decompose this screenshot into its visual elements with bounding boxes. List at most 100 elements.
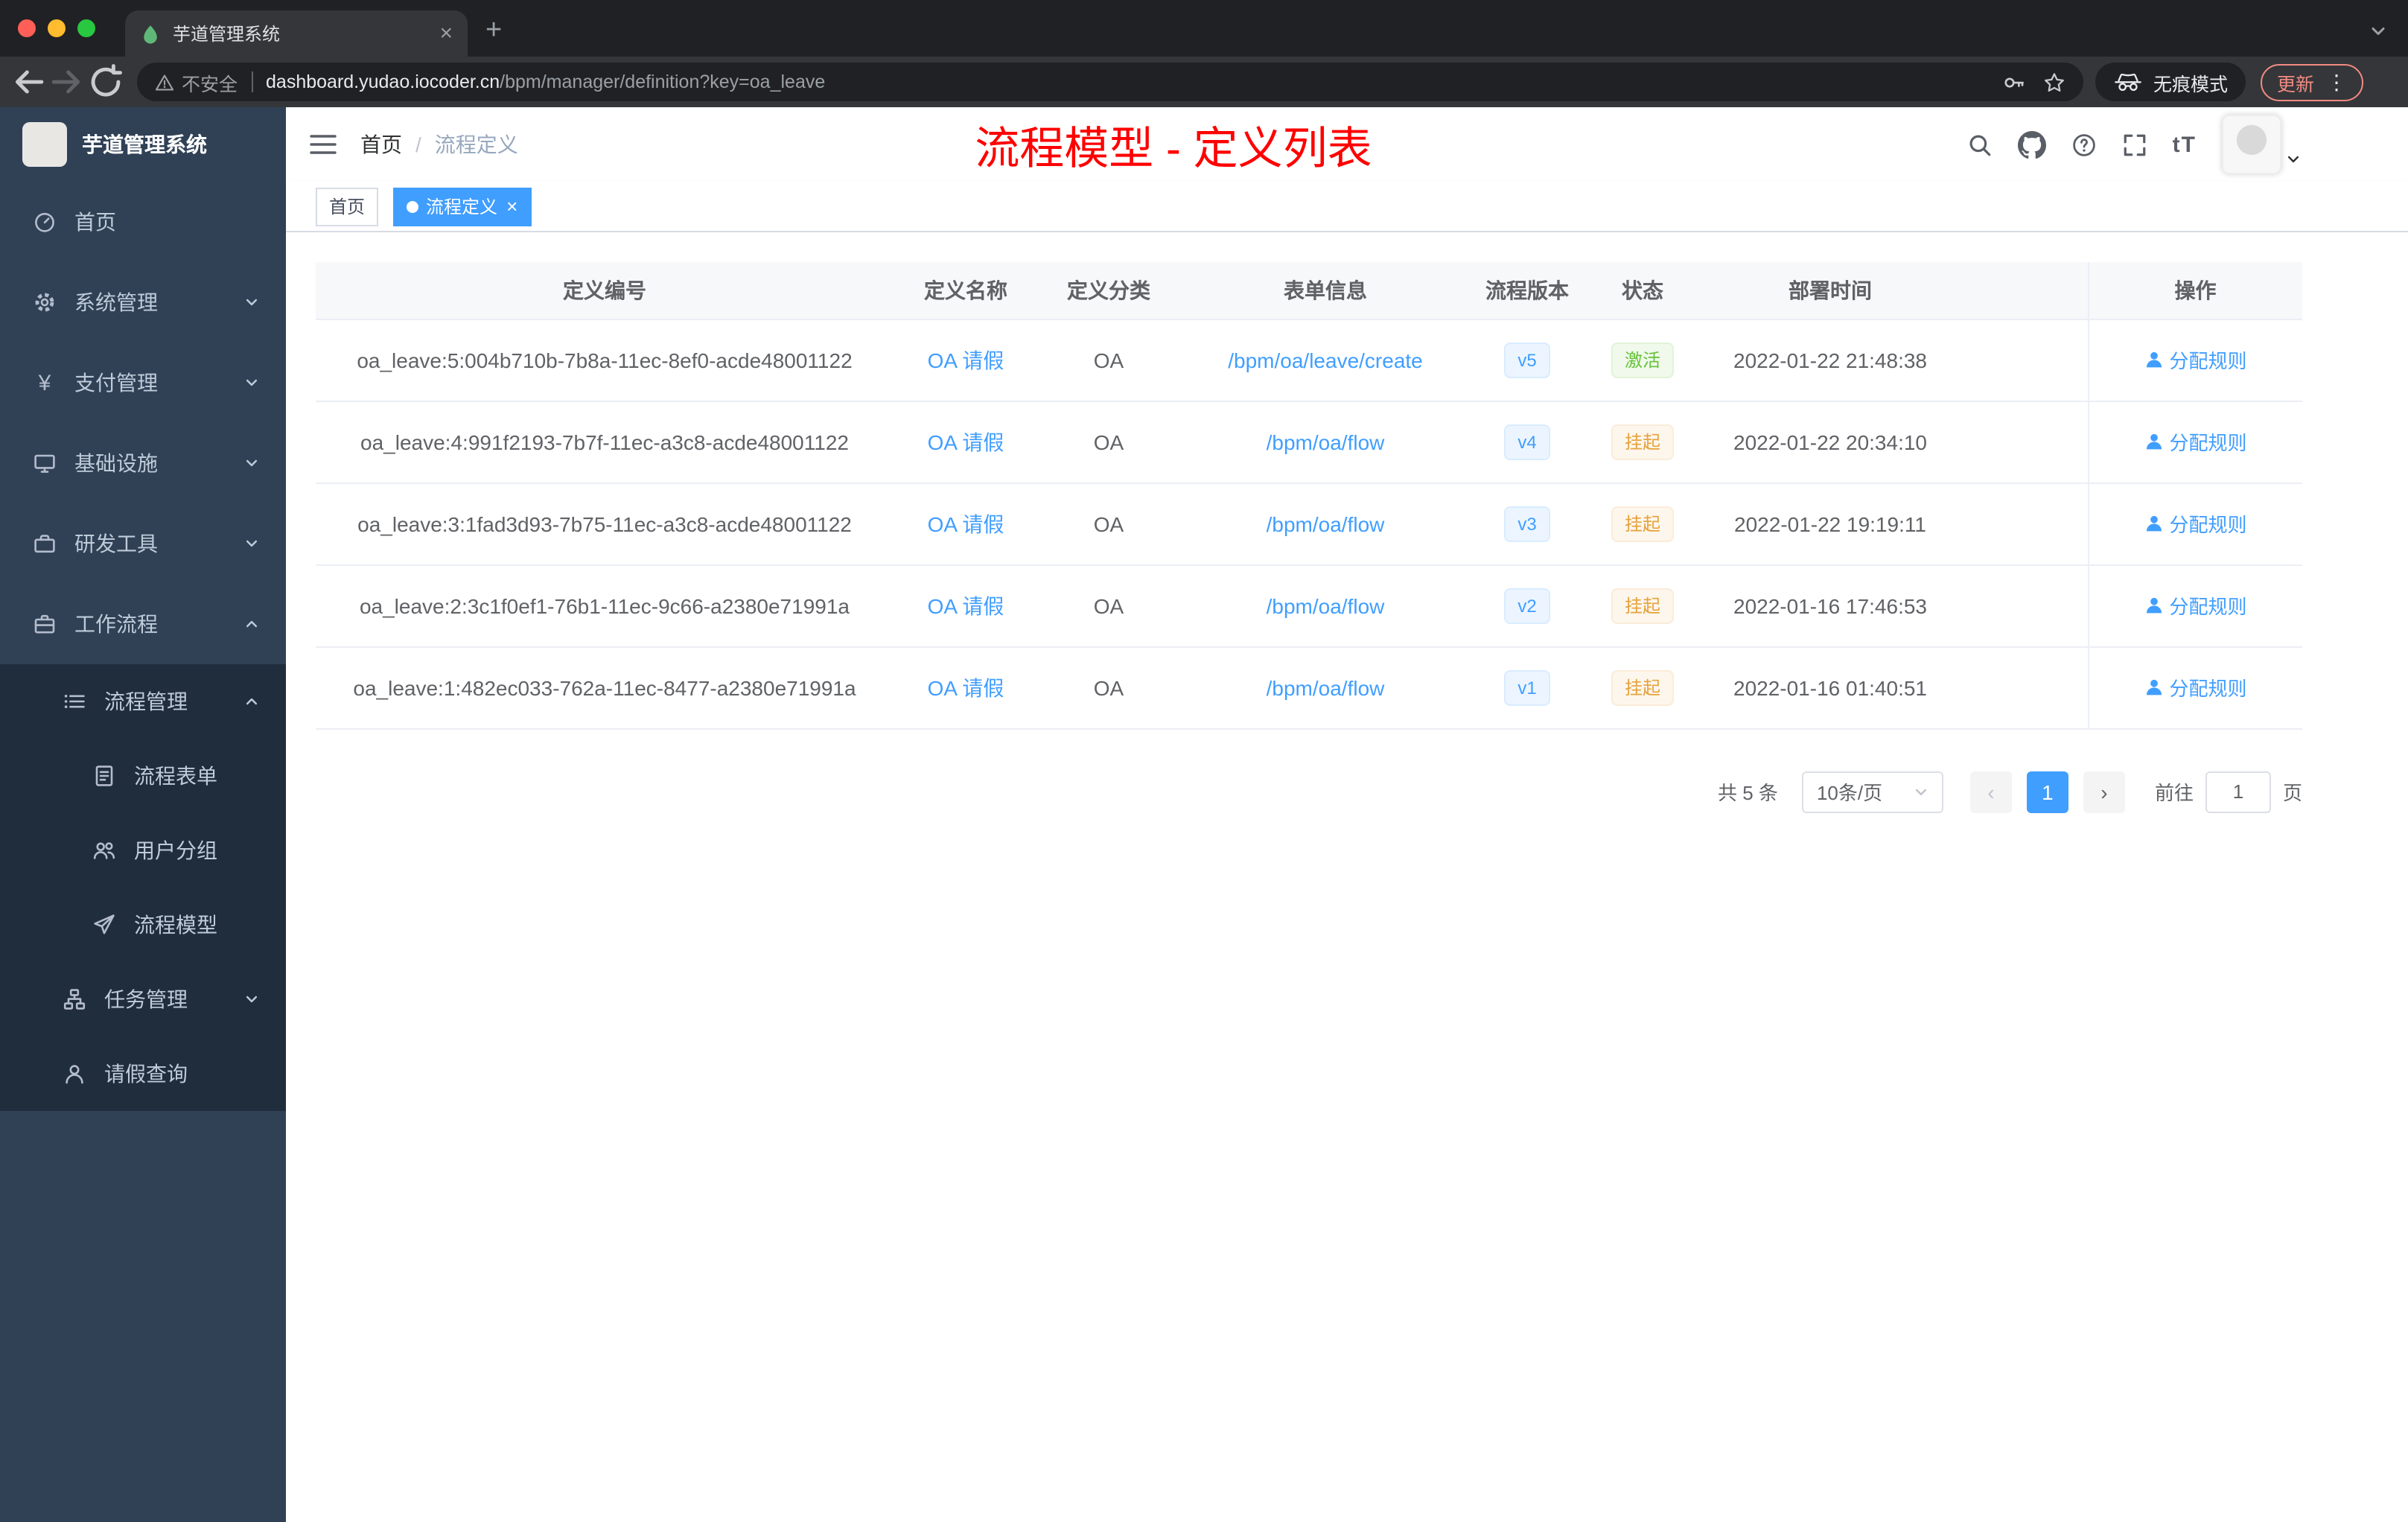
page-1-button[interactable]: 1 [2026, 771, 2068, 812]
form-info-cell: /bpm/oa/flow [1179, 401, 1471, 483]
fullscreen-icon[interactable] [2122, 132, 2147, 157]
sidebar-item-label: 任务管理 [104, 987, 188, 1011]
version-badge: v3 [1504, 506, 1550, 541]
user-menu[interactable] [2222, 115, 2301, 174]
browser-tab[interactable]: 芋道管理系统 × [125, 10, 468, 57]
security-label[interactable]: 不安全 [182, 68, 238, 96]
forward-button[interactable] [48, 63, 86, 101]
deploy-time: 2022-01-22 19:19:11 [1702, 483, 1958, 565]
main-area: 首页 / 流程定义 流程模型 - 定义列表 tT 首页 流程定义 × 定义编号 … [286, 107, 2408, 1522]
user-icon [2144, 432, 2163, 451]
sidebar-item-home[interactable]: 首页 [0, 182, 286, 262]
new-tab-button[interactable]: + [485, 16, 502, 45]
incognito-badge: 无痕模式 [2095, 63, 2246, 101]
sidebar-item-workflow[interactable]: 工作流程 [0, 584, 286, 664]
dashboard-icon [33, 210, 57, 234]
zoom-window-button[interactable] [77, 19, 95, 37]
sidebar-item-user-group[interactable]: 用户分组 [0, 813, 286, 888]
search-icon[interactable] [1967, 132, 1993, 157]
sidebar-menu: 首页系统管理 ¥ 支付管理 基础设施 研发工具工作流程流程管理 流程表单 用户分组 流程模型任… [0, 182, 286, 1111]
reload-button[interactable] [86, 63, 125, 101]
sidebar-item-label: 工作流程 [74, 612, 158, 636]
assign-rule-button[interactable]: 分配规则 [2144, 346, 2247, 374]
form-link[interactable]: /bpm/oa/leave/create [1228, 348, 1423, 372]
password-key-icon[interactable] [2003, 71, 2025, 93]
table-row: oa_leave:1:482ec033-762a-11ec-8477-a2380… [316, 646, 2302, 729]
sidebar-item-system[interactable]: 系统管理 [0, 262, 286, 343]
definition-name-link[interactable]: OA 请假 [928, 348, 1004, 372]
table-header-row: 定义编号 定义名称 定义分类 表单信息 流程版本 状态 部署时间 操作 [316, 262, 2302, 319]
assign-rule-button[interactable]: 分配规则 [2144, 673, 2247, 701]
briefcase-icon [33, 612, 57, 636]
status-cell: 激活 [1583, 319, 1702, 401]
text-size-button[interactable]: tT [2173, 132, 2197, 157]
form-link[interactable]: /bpm/oa/flow [1267, 593, 1385, 617]
page-size-select[interactable]: 10条/页 [1801, 771, 1943, 812]
sidebar-item-task-manage[interactable]: 任务管理 [0, 962, 286, 1037]
status-badge: 挂起 [1611, 424, 1674, 459]
definition-name-link[interactable]: OA 请假 [928, 430, 1004, 453]
close-window-button[interactable] [18, 19, 36, 37]
definition-id: oa_leave:5:004b710b-7b8a-11ec-8ef0-acde4… [316, 319, 894, 401]
sidebar-item-label: 系统管理 [74, 290, 158, 314]
incognito-icon [2113, 71, 2143, 92]
hamburger-icon[interactable] [310, 133, 337, 156]
user-icon [63, 1062, 86, 1086]
back-button[interactable] [9, 63, 48, 101]
sidebar-item-infrastructure[interactable]: 基础设施 [0, 423, 286, 503]
definition-name-link[interactable]: OA 请假 [928, 675, 1004, 699]
sidebar-item-process-model[interactable]: 流程模型 [0, 888, 286, 962]
column-header-4: 流程版本 [1471, 262, 1583, 319]
version-cell: v1 [1471, 646, 1583, 729]
form-link[interactable]: /bpm/oa/flow [1267, 512, 1385, 535]
next-page-button[interactable]: › [2083, 771, 2125, 812]
assign-rule-button[interactable]: 分配规则 [2144, 427, 2247, 456]
window-controls [0, 0, 110, 57]
definition-name-link[interactable]: OA 请假 [928, 593, 1004, 617]
goto-page: 前往 页 [2155, 771, 2302, 812]
tags-view: 首页 流程定义 × [286, 182, 2408, 232]
incognito-label: 无痕模式 [2153, 74, 2228, 95]
prev-page-button[interactable]: ‹ [1969, 771, 2012, 812]
sidebar-item-process-form[interactable]: 流程表单 [0, 739, 286, 813]
sidebar-item-payment[interactable]: ¥ 支付管理 [0, 343, 286, 423]
sidebar-item-leave-query[interactable]: 请假查询 [0, 1037, 286, 1111]
assign-rule-button[interactable]: 分配规则 [2144, 591, 2247, 620]
sidebar-item-label: 首页 [74, 210, 116, 234]
browser-menu-icon[interactable]: ⋮ [2326, 71, 2347, 92]
help-icon[interactable] [2071, 132, 2097, 157]
app-logo[interactable]: 芋道管理系统 [0, 107, 286, 182]
tag-label: 首页 [329, 197, 366, 217]
goto-page-input[interactable] [2205, 771, 2271, 812]
form-link[interactable]: /bpm/oa/flow [1267, 430, 1385, 453]
chevron-down-icon [244, 536, 259, 551]
action-cell: 分配规则 [2087, 319, 2302, 401]
breadcrumb-home[interactable]: 首页 [360, 130, 402, 159]
form-link[interactable]: /bpm/oa/flow [1267, 675, 1385, 699]
minimize-window-button[interactable] [48, 19, 66, 37]
table-row: oa_leave:4:991f2193-7b7f-11ec-a3c8-acde4… [316, 401, 2302, 483]
chevron-down-icon [244, 992, 259, 1007]
address-bar[interactable]: 不安全 dashboard.yudao.iocoder.cn/bpm/manag… [137, 63, 2083, 101]
github-icon[interactable] [2017, 130, 2046, 159]
bookmark-star-icon[interactable] [2043, 71, 2065, 93]
definition-name-link[interactable]: OA 请假 [928, 512, 1004, 535]
close-tag-icon[interactable]: × [506, 197, 517, 216]
sidebar-item-label: 请假查询 [104, 1062, 188, 1086]
status-cell: 挂起 [1583, 564, 1702, 647]
status-badge: 激活 [1611, 342, 1674, 378]
tag-0[interactable]: 首页 [316, 187, 379, 226]
user-avatar[interactable] [2222, 115, 2281, 174]
update-chrome-button[interactable]: 更新 ⋮ [2260, 63, 2363, 101]
close-tab-icon[interactable]: × [439, 22, 453, 45]
assign-rule-button[interactable]: 分配规则 [2144, 509, 2247, 538]
favicon [140, 23, 161, 44]
sidebar-item-dev-tools[interactable]: 研发工具 [0, 503, 286, 584]
tag-label: 流程定义 [426, 197, 498, 217]
sidebar-item-process-manage[interactable]: 流程管理 [0, 664, 286, 739]
tag-1[interactable]: 流程定义 × [393, 187, 532, 226]
tab-search-chevron-icon[interactable] [2369, 22, 2387, 40]
filler-cell [1958, 564, 2088, 647]
chevron-down-icon [1914, 784, 1928, 799]
sidebar: 芋道管理系统 首页系统管理 ¥ 支付管理 基础设施 研发工具工作流程流程管理 流程表单 用户… [0, 107, 286, 1522]
